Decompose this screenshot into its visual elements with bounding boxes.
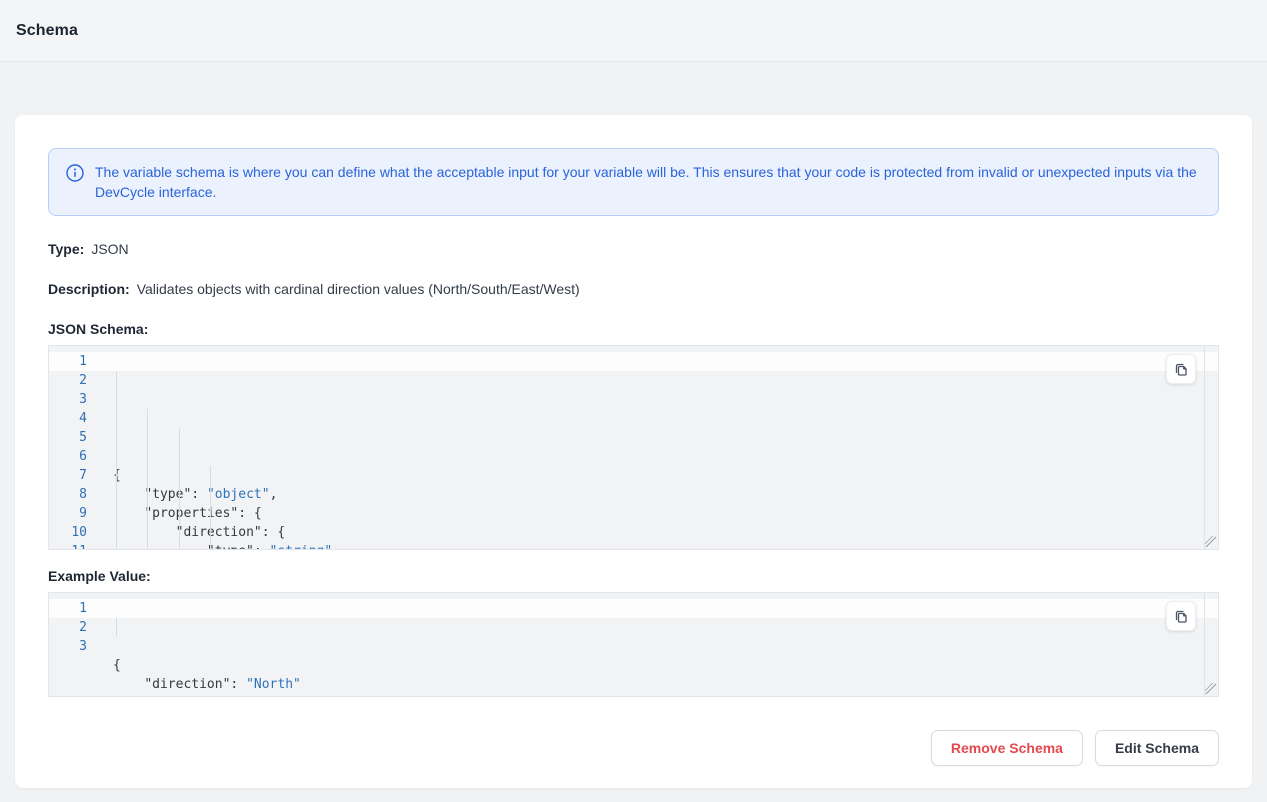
page-title: Schema	[16, 22, 78, 40]
code-content: { "direction": "North"}	[113, 599, 301, 696]
example-value-editor[interactable]: 123 { "direction": "North"}	[48, 592, 1219, 697]
line-number: 6	[49, 447, 87, 466]
line-number-gutter: 1234567891011	[49, 352, 87, 549]
info-alert-text: The variable schema is where you can def…	[95, 162, 1202, 202]
line-number: 3	[49, 637, 87, 656]
line-number: 2	[49, 371, 87, 390]
code-content: { "type": "object", "properties": { "dir…	[113, 352, 340, 549]
json-schema-editor[interactable]: 1234567891011 { "type": "object", "prope…	[48, 345, 1219, 550]
description-value: Validates objects with cardinal directio…	[137, 281, 580, 297]
line-number: 5	[49, 428, 87, 447]
schema-card: The variable schema is where you can def…	[15, 115, 1252, 788]
copy-icon	[1173, 361, 1189, 377]
scrollbar-track[interactable]	[1204, 346, 1205, 549]
line-number: 10	[49, 523, 87, 542]
line-number: 11	[49, 542, 87, 550]
code-line: {	[113, 656, 301, 675]
line-number: 3	[49, 390, 87, 409]
indent-guide	[210, 466, 211, 550]
indent-guide	[179, 428, 180, 550]
code-line: }	[113, 694, 301, 697]
indent-guide	[116, 371, 117, 550]
line-number: 8	[49, 485, 87, 504]
edit-schema-button[interactable]: Edit Schema	[1095, 730, 1219, 766]
json-schema-label: JSON Schema:	[48, 321, 1219, 337]
description-label: Description:	[48, 281, 130, 297]
copy-icon	[1173, 608, 1189, 624]
example-value-label: Example Value:	[48, 568, 1219, 584]
remove-schema-button[interactable]: Remove Schema	[931, 730, 1083, 766]
info-circle-icon	[66, 164, 84, 182]
line-number: 4	[49, 409, 87, 428]
copy-button[interactable]	[1166, 354, 1196, 384]
line-number: 2	[49, 618, 87, 637]
line-number: 9	[49, 504, 87, 523]
description-row: Description: Validates objects with cardi…	[48, 281, 1219, 298]
indent-guide	[147, 409, 148, 550]
line-number: 1	[49, 352, 87, 371]
resize-grip[interactable]	[1205, 683, 1216, 694]
copy-button[interactable]	[1166, 601, 1196, 631]
code-line: "direction": "North"	[113, 675, 301, 694]
info-alert: The variable schema is where you can def…	[48, 148, 1219, 216]
indent-guide	[116, 618, 117, 637]
type-row: Type: JSON	[48, 241, 1219, 258]
resize-grip[interactable]	[1205, 536, 1216, 547]
scrollbar-track[interactable]	[1204, 593, 1205, 696]
type-label: Type:	[48, 241, 84, 257]
line-number: 1	[49, 599, 87, 618]
line-number-gutter: 123	[49, 599, 87, 696]
footer-actions: Remove Schema Edit Schema	[48, 730, 1219, 766]
line-number: 7	[49, 466, 87, 485]
page-header: Schema	[0, 0, 1267, 62]
type-value: JSON	[91, 241, 128, 257]
